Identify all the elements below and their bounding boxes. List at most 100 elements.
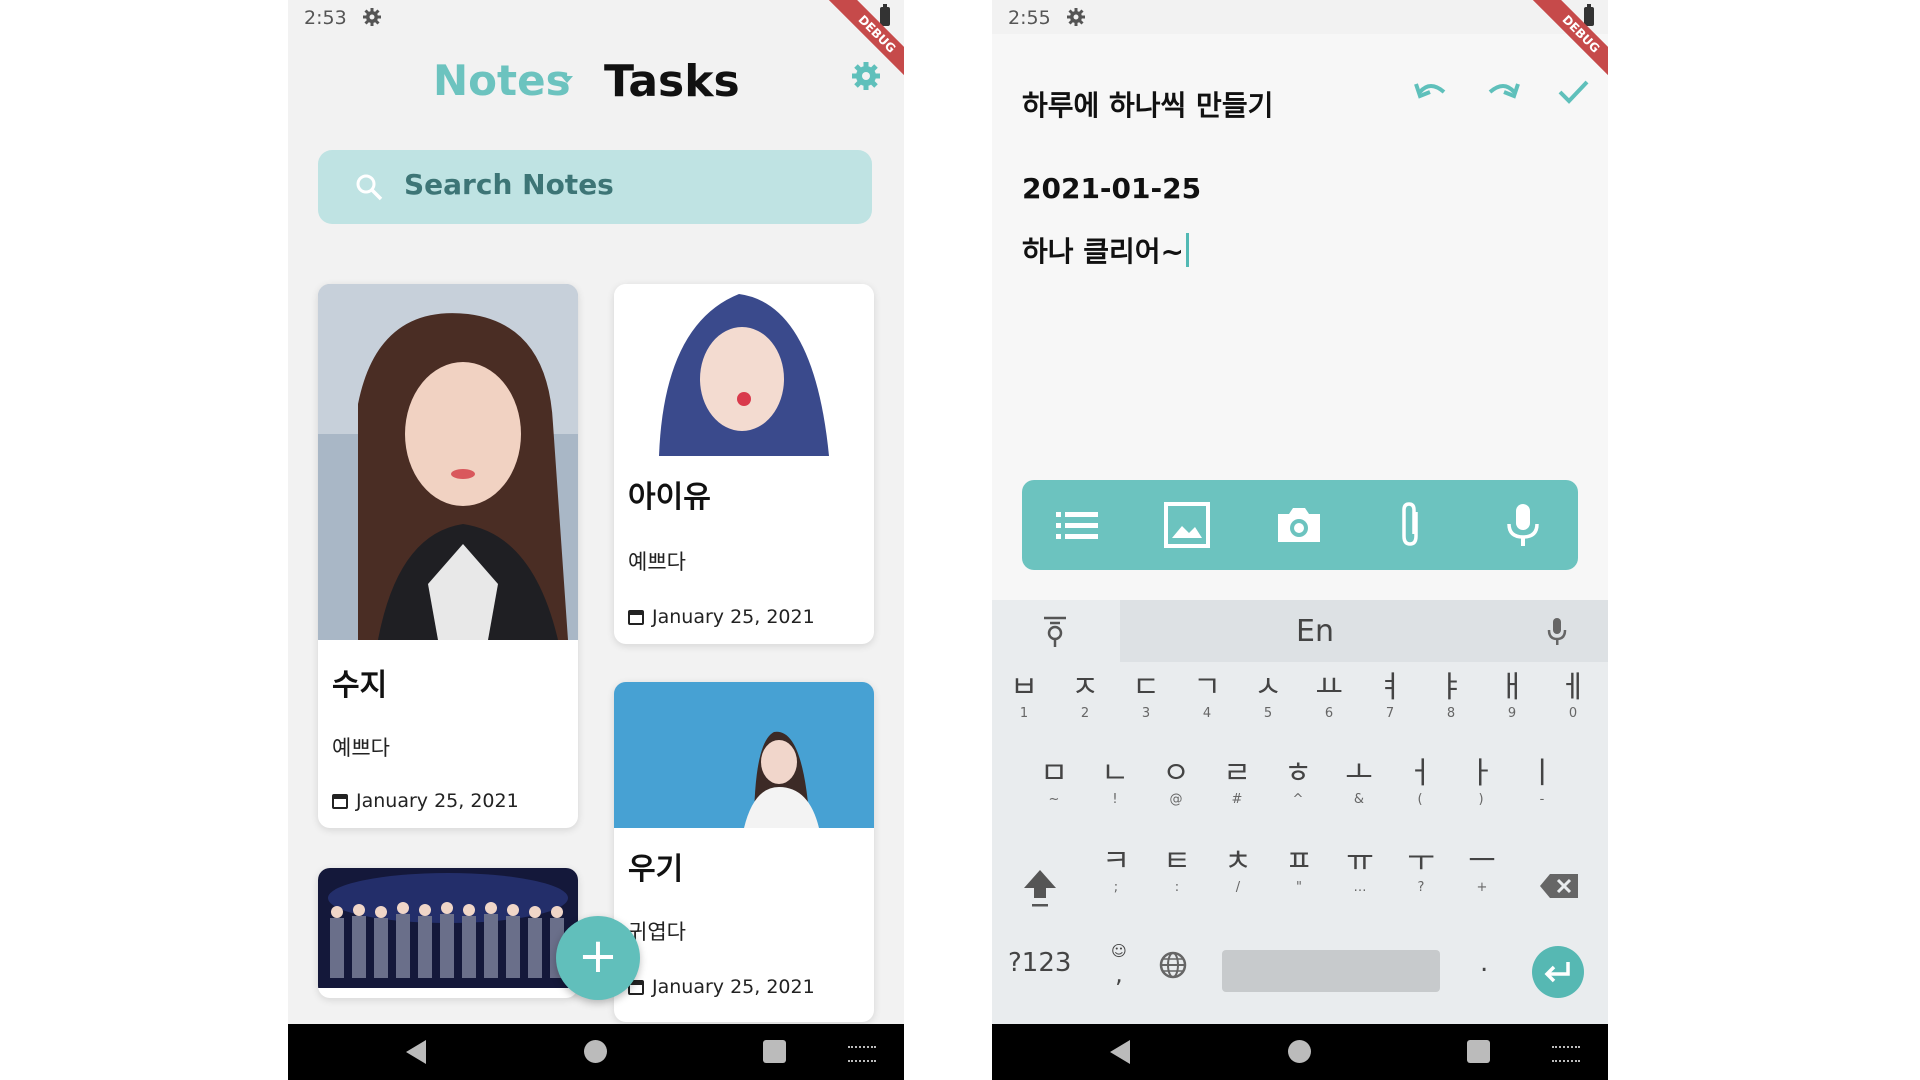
system-nav-bar: [288, 1024, 904, 1080]
keyboard-key[interactable]: ㅊ /: [1210, 844, 1266, 895]
keyboard-key[interactable]: ㅁ ~: [1026, 756, 1082, 807]
undo-icon[interactable]: [1412, 72, 1450, 110]
keyboard-key[interactable]: ㅑ8: [1423, 670, 1479, 721]
key-secondary-label: ^: [1292, 792, 1304, 807]
chevron-down-icon[interactable]: [561, 76, 573, 83]
image-icon[interactable]: [1162, 500, 1212, 550]
key-secondary-label: 9: [1507, 706, 1517, 721]
note-body-text: 하나 클리어~: [1022, 235, 1185, 268]
microphone-icon[interactable]: [1498, 500, 1548, 550]
key-secondary-label: 4: [1202, 706, 1212, 721]
key-main-label: ㅋ: [1102, 844, 1130, 879]
note-card[interactable]: 아이유 예쁘다 January 25, 2021: [614, 284, 874, 644]
language-switch[interactable]: En: [1120, 600, 1608, 662]
keyboard-key[interactable]: ㅐ9: [1484, 670, 1540, 721]
add-note-button[interactable]: +: [556, 916, 640, 1000]
hangul-mode-icon[interactable]: [1038, 614, 1072, 648]
tab-notes[interactable]: Notes: [433, 56, 571, 105]
key-main-label: ㅏ: [1467, 756, 1495, 791]
keyboard-key[interactable]: ㅂ1: [996, 670, 1052, 721]
check-icon[interactable]: [1554, 72, 1592, 110]
note-date-line[interactable]: 2021-01-25: [1022, 172, 1201, 205]
keyboard-key[interactable]: ㅣ-: [1514, 756, 1570, 807]
note-title-field[interactable]: 하루에 하나씩 만들기: [1022, 84, 1273, 124]
keyboard-key[interactable]: ㅓ(: [1392, 756, 1448, 807]
key-main-label: ㄹ: [1223, 756, 1251, 791]
keyboard-icon[interactable]: [1552, 1046, 1580, 1062]
keyboard-key[interactable]: ㅕ7: [1362, 670, 1418, 721]
attachment-icon[interactable]: [1386, 500, 1436, 550]
key-secondary-label: !: [1112, 792, 1118, 807]
backspace-icon[interactable]: [1538, 868, 1580, 904]
emoji-icon: ☺: [1111, 942, 1127, 960]
calendar-icon: [332, 794, 348, 809]
note-title: 우기: [628, 852, 684, 887]
keyboard-key[interactable]: ㅔ0: [1545, 670, 1601, 721]
voice-input-icon[interactable]: [1546, 616, 1568, 646]
status-time: 2:53: [304, 7, 347, 29]
search-placeholder: Search Notes: [404, 168, 614, 201]
keyboard-key[interactable]: ㄹ #: [1209, 756, 1265, 807]
back-icon[interactable]: [406, 1040, 426, 1064]
key-main-label: ㅜ: [1407, 844, 1435, 879]
note-date-text: January 25, 2021: [652, 976, 815, 998]
gear-icon: [363, 8, 381, 26]
keyboard-key[interactable]: ㅛ6: [1301, 670, 1357, 721]
recent-apps-icon[interactable]: [763, 1040, 786, 1063]
keyboard-key[interactable]: ㅡ +: [1454, 844, 1510, 895]
note-title: 아이유: [628, 480, 711, 515]
note-image: [614, 682, 874, 828]
keyboard-icon[interactable]: [848, 1046, 876, 1062]
key-secondary-label: 8: [1446, 706, 1456, 721]
recent-apps-icon[interactable]: [1467, 1040, 1490, 1063]
redo-icon[interactable]: [1484, 72, 1522, 110]
key-main-label: ㅌ: [1163, 844, 1191, 879]
key-main-label: ㅗ: [1345, 756, 1373, 791]
keyboard-key[interactable]: ㄷ3: [1118, 670, 1174, 721]
shift-icon[interactable]: [1022, 868, 1058, 908]
key-main-label: ㅕ: [1376, 670, 1404, 705]
keyboard-key[interactable]: ㅠ…: [1332, 844, 1388, 895]
key-main-label: ㄷ: [1132, 670, 1160, 705]
keyboard-suggestion-bar: En: [992, 600, 1608, 662]
note-card[interactable]: 수지 예쁘다 January 25, 2021: [318, 284, 578, 828]
globe-icon[interactable]: [1158, 950, 1188, 980]
note-body-field[interactable]: 하나 클리어~: [1022, 230, 1190, 270]
note-body: 예쁘다: [628, 550, 686, 574]
key-secondary-label: 0: [1568, 706, 1578, 721]
note-editor-screen: 2:55 DEBUG 하루에 하나씩 만들기 2021-01-25 하나 클리어…: [992, 0, 1608, 1080]
keyboard-key[interactable]: ㅍ ": [1271, 844, 1327, 895]
keyboard-key[interactable]: ㅋ;: [1088, 844, 1144, 895]
keyboard-key[interactable]: ㅜ?: [1393, 844, 1449, 895]
note-card[interactable]: 우기 귀엽다 January 25, 2021: [614, 682, 874, 1022]
period-key[interactable]: .: [1480, 948, 1488, 978]
keyboard-key[interactable]: ㅌ:: [1149, 844, 1205, 895]
back-icon[interactable]: [1110, 1040, 1130, 1064]
home-icon[interactable]: [1288, 1040, 1311, 1063]
keyboard-key[interactable]: ㅏ): [1453, 756, 1509, 807]
home-icon[interactable]: [584, 1040, 607, 1063]
key-main-label: ㄱ: [1193, 670, 1221, 705]
keyboard-key[interactable]: ㅇ @: [1148, 756, 1204, 807]
key-secondary-label: :: [1174, 880, 1180, 895]
settings-gear-icon[interactable]: [850, 60, 882, 92]
note-card[interactable]: [318, 868, 578, 998]
keyboard-key[interactable]: ㄴ!: [1087, 756, 1143, 807]
keyboard-key[interactable]: ㅅ5: [1240, 670, 1296, 721]
keyboard-key[interactable]: ㅎ ^: [1270, 756, 1326, 807]
symbols-key[interactable]: ?123: [1008, 948, 1071, 978]
enter-button[interactable]: [1532, 946, 1584, 998]
keyboard-key[interactable]: ㅗ &: [1331, 756, 1387, 807]
key-secondary-label: 1: [1019, 706, 1029, 721]
camera-icon[interactable]: [1274, 500, 1324, 550]
notes-screen: 2:53 DEBUG Notes Tasks Search Notes 수지 예…: [288, 0, 904, 1080]
search-input[interactable]: Search Notes: [318, 150, 872, 224]
on-screen-keyboard: En ㅂ1ㅈ2ㄷ3ㄱ4ㅅ5ㅛ6ㅕ7ㅑ8ㅐ9ㅔ0 ㅁ ~ ㄴ! ㅇ @ ㄹ # ㅎ ^ ㅗ & ㅓ(ㅏ)…: [992, 600, 1608, 1024]
space-bar[interactable]: [1222, 950, 1440, 992]
comma-key[interactable]: ☺ ,: [1104, 942, 1134, 988]
keyboard-key[interactable]: ㄱ4: [1179, 670, 1235, 721]
key-main-label: ㅐ: [1498, 670, 1526, 705]
tab-tasks[interactable]: Tasks: [604, 56, 740, 107]
keyboard-key[interactable]: ㅈ2: [1057, 670, 1113, 721]
list-icon[interactable]: [1052, 500, 1102, 550]
